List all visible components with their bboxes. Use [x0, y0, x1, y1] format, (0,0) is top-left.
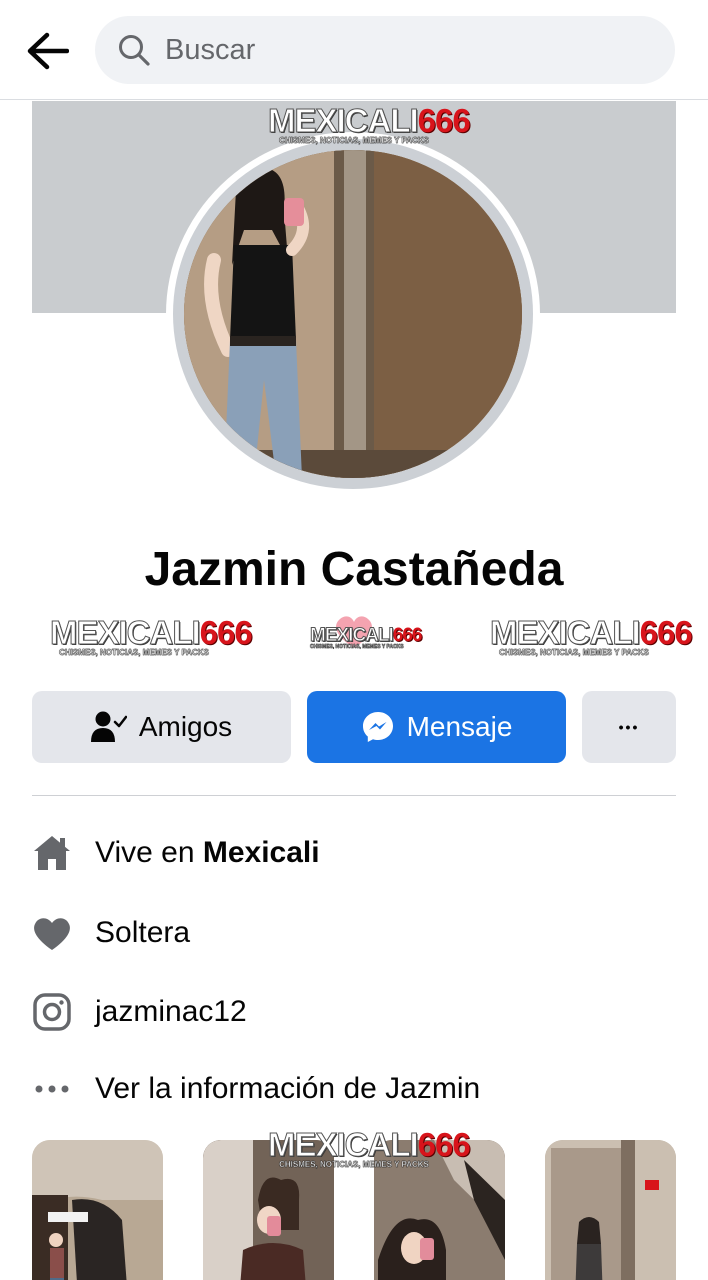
watermark-main: MEXICALI [50, 614, 202, 651]
search-bar[interactable] [95, 16, 675, 84]
watermark-number: 666 [392, 625, 423, 646]
profile-photo-image [184, 150, 522, 478]
more-options-button[interactable]: ••• [582, 691, 676, 763]
instagram-handle[interactable]: jazminac12 [95, 995, 247, 1029]
watermark-number: 666 [417, 102, 471, 139]
friends-label: Amigos [138, 711, 233, 742]
heart-icon [34, 918, 70, 950]
watermark-top: MEXICALI666 CHISMES, NOTICIAS, MEMES Y P… [268, 102, 471, 145]
lives-prefix: Vive en [95, 836, 203, 869]
info-lives-in: Vive en Mexicali [32, 828, 676, 878]
profile-photo[interactable] [184, 150, 522, 478]
watermark-right: MEXICALI666 CHISMES, NOTICIAS, MEMES Y P… [490, 614, 693, 657]
profile-name: Jazmin Castañeda [144, 543, 564, 596]
messenger-icon [362, 712, 393, 742]
watermark-main: MEXICALI [268, 1126, 420, 1163]
more-dots-icon: ••• [618, 719, 640, 735]
watermark-tagline: CHISMES, NOTICIAS, MEMES Y PACKS [279, 1160, 429, 1169]
see-more-info-link[interactable]: Ver la información de Jazmin [95, 1072, 480, 1106]
dots-icon [35, 1085, 69, 1093]
watermark-main: MEXICALI [268, 102, 420, 139]
watermark-main: MEXICALI [310, 625, 395, 646]
photo-thumbnail[interactable] [545, 1140, 676, 1280]
watermark-tagline: CHISMES, NOTICIAS, MEMES Y PACKS [279, 136, 429, 145]
watermark-left: MEXICALI666 CHISMES, NOTICIAS, MEMES Y P… [50, 614, 253, 657]
relationship-status: Soltera [95, 916, 191, 949]
search-input[interactable] [165, 33, 645, 67]
photo-thumbnail[interactable] [32, 1140, 163, 1280]
friends-check-icon [90, 711, 127, 742]
info-instagram[interactable]: jazminac12 [32, 987, 676, 1037]
lives-city[interactable]: Mexicali [203, 836, 320, 869]
watermark-number: 666 [639, 614, 693, 651]
watermark-tagline: CHISMES, NOTICIAS, MEMES Y PACKS [310, 644, 404, 650]
search-icon [119, 35, 150, 66]
section-divider [32, 795, 676, 796]
message-label: Mensaje [406, 711, 513, 742]
watermark-number: 666 [417, 1126, 471, 1163]
watermark-center: MEXICALI666 CHISMES, NOTICIAS, MEMES Y P… [310, 616, 422, 650]
home-icon [34, 836, 70, 870]
top-bar [0, 0, 708, 100]
watermark-tagline: CHISMES, NOTICIAS, MEMES Y PACKS [59, 648, 209, 657]
watermark-number: 666 [199, 614, 253, 651]
thumbnail-image [545, 1140, 676, 1280]
message-button[interactable]: Mensaje [307, 691, 566, 763]
info-see-more[interactable]: Ver la información de Jazmin [32, 1064, 676, 1114]
watermark-tagline: CHISMES, NOTICIAS, MEMES Y PACKS [499, 648, 649, 657]
watermark-main: MEXICALI [490, 614, 642, 651]
instagram-icon [33, 993, 71, 1031]
info-relationship: Soltera [32, 908, 676, 958]
thumbnail-image [32, 1140, 163, 1280]
friends-button[interactable]: Amigos [32, 691, 291, 763]
watermark-bottom: MEXICALI666 CHISMES, NOTICIAS, MEMES Y P… [268, 1126, 471, 1169]
back-arrow-icon [27, 32, 69, 70]
back-button[interactable] [22, 28, 72, 74]
